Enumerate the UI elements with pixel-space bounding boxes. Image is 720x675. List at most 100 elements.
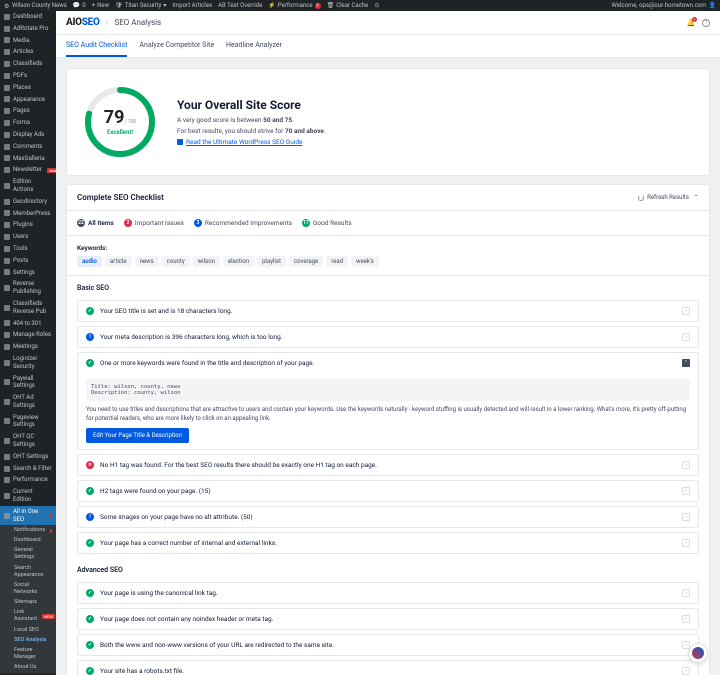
sidebar-item[interactable]: Performance — [0, 474, 56, 486]
sidebar-item[interactable]: Pages — [0, 105, 56, 117]
sidebar-subitem[interactable]: Local SEO — [10, 625, 56, 635]
yoast-icon[interactable]: ⊙ — [374, 2, 379, 9]
sidebar-subitem[interactable]: Feature Manager — [10, 645, 56, 662]
sidebar-item[interactable]: Posts — [0, 255, 56, 267]
filter-tab[interactable]: 2Important Issues — [124, 219, 184, 227]
seo-guide-link[interactable]: Read the Ultimate WordPress SEO Guide — [177, 138, 326, 146]
expand-button[interactable]: › — [682, 307, 690, 315]
tab[interactable]: Analyze Competitor Site — [139, 35, 214, 57]
sidebar-item[interactable]: OHT QC Settings — [0, 431, 56, 451]
filter-label: All Items — [88, 219, 114, 227]
basic-seo-title: Basic SEO — [67, 276, 709, 296]
sidebar-item[interactable]: Comments — [0, 141, 56, 153]
check-text: H2 tags were found on your page. (15) — [100, 487, 676, 495]
check-item: ✓Your page has a correct number of inter… — [77, 532, 699, 554]
expand-button[interactable]: › — [682, 333, 690, 341]
sidebar-item[interactable]: Paywall Settings — [0, 373, 56, 393]
menu-icon — [4, 61, 10, 67]
keyword-tag: playlist — [257, 256, 286, 267]
titan-security[interactable]: 🛡 Titan Security ▾ — [115, 2, 166, 9]
menu-icon — [4, 85, 10, 91]
sidebar-subitem[interactable]: Dashboard — [10, 536, 56, 546]
sidebar-subitem[interactable]: Search Appearance — [10, 563, 56, 580]
refresh-button[interactable]: Refresh Results — [638, 194, 689, 201]
expand-button[interactable]: › — [682, 539, 690, 547]
menu-icon — [4, 269, 10, 275]
sidebar-item[interactable]: Media — [0, 35, 56, 47]
import-articles[interactable]: Import Articles — [172, 2, 212, 9]
sidebar-subitem[interactable]: General Settings — [10, 546, 56, 563]
sidebar-item[interactable]: Newsletternew — [0, 164, 56, 176]
sidebar-item[interactable]: 404 to 301 — [0, 318, 56, 330]
collapse-icon[interactable]: ⌃ — [693, 195, 699, 201]
notifications-bell[interactable]: 🔔1 — [686, 18, 696, 28]
sidebar-subitem-label: Search Appearance — [14, 565, 52, 579]
sidebar-item[interactable]: Manage Roles — [0, 329, 56, 341]
filter-tab[interactable]: 17Good Results — [302, 219, 352, 227]
sidebar-item[interactable]: Plugins — [0, 219, 56, 231]
notif-count: 1 — [692, 17, 697, 22]
help-icon[interactable]: ? — [702, 19, 710, 27]
sidebar-item[interactable]: OHT Ad Settings — [0, 392, 56, 412]
expand-button[interactable]: ⌃ — [682, 359, 690, 367]
sidebar-item[interactable]: Geodirectory — [0, 196, 56, 208]
sidebar-item[interactable]: Classifieds Reverse Pub — [0, 298, 56, 318]
filter-tab[interactable]: 3Recommended Improvements — [194, 219, 292, 227]
sidebar-item[interactable]: Pageview Settings — [0, 412, 56, 432]
sidebar-item[interactable]: PDFs — [0, 70, 56, 82]
check-item: ✓Your SEO title is set and is 18 charact… — [77, 300, 699, 322]
sidebar-item[interactable]: Reverse Publishing — [0, 278, 56, 298]
sidebar-item[interactable]: Appearance — [0, 94, 56, 106]
sidebar-item[interactable]: Dashboard — [0, 11, 56, 23]
performance-top[interactable]: ⚡ Performance ! — [268, 2, 320, 9]
clear-cache[interactable]: 🗑 Clear Cache — [327, 2, 369, 9]
sidebar-item[interactable]: Settings — [0, 267, 56, 279]
expand-button[interactable]: › — [682, 461, 690, 469]
code-box: Title: wilson, county, news Description:… — [86, 379, 690, 401]
expand-button[interactable]: › — [682, 589, 690, 597]
expand-button[interactable]: › — [682, 667, 690, 675]
support-fab[interactable] — [688, 643, 708, 663]
sidebar-item[interactable]: Users — [0, 231, 56, 243]
sidebar-item[interactable]: Classifieds — [0, 58, 56, 70]
sidebar-item[interactable]: Search & Filter — [0, 463, 56, 475]
sidebar-item[interactable]: Loginizer Security — [0, 353, 56, 373]
edit-button[interactable]: Edit Your Page Title & Description — [86, 428, 189, 443]
sidebar-subitem[interactable]: Link AssistantNEW — [10, 608, 56, 625]
filter-tab[interactable]: 22All Items — [77, 219, 114, 227]
sidebar-item[interactable]: MaxGalleria — [0, 153, 56, 165]
sidebar-item[interactable]: Articles — [0, 46, 56, 58]
sidebar-subitem[interactable]: SEO Analysis — [10, 635, 56, 645]
expand-button[interactable]: › — [682, 487, 690, 495]
menu-icon — [4, 466, 10, 472]
ab-test[interactable]: AB Test Override — [218, 2, 262, 9]
sidebar-item[interactable]: Meetings — [0, 341, 56, 353]
sidebar-item-label: Geodirectory — [13, 198, 47, 206]
sidebar-item-label: Loginizer Security — [13, 355, 52, 371]
new-content[interactable]: + New — [92, 2, 109, 9]
sidebar-subitem-label: Link Assistant — [14, 609, 37, 623]
sidebar-item[interactable]: Tools — [0, 243, 56, 255]
sidebar-subitem[interactable]: About Us — [10, 663, 56, 673]
expand-button[interactable]: › — [682, 513, 690, 521]
tab[interactable]: Headline Analyzer — [226, 35, 282, 57]
sidebar-item[interactable]: Forms — [0, 117, 56, 129]
sidebar-item[interactable]: AdRotate Pro — [0, 23, 56, 35]
sidebar-subitem[interactable]: Social Networks — [10, 580, 56, 597]
comments-count[interactable]: 💬 0 — [73, 2, 86, 9]
sidebar-item[interactable]: Edition Actions — [0, 176, 56, 196]
site-name[interactable]: ⚙Wilson County News — [4, 2, 67, 9]
keyword-tag: coverage — [289, 256, 323, 267]
sidebar-item[interactable]: Current Edition — [0, 486, 56, 506]
sidebar-item[interactable]: MemberPress — [0, 208, 56, 220]
sidebar-item[interactable]: Places — [0, 82, 56, 94]
sidebar-subitem[interactable]: Sitemaps — [10, 598, 56, 608]
welcome-user[interactable]: Welcome, ops@our-hometown.com 👤 — [612, 2, 716, 9]
tab[interactable]: SEO Audit Checklist — [66, 35, 127, 57]
sidebar-item[interactable]: OHT Settings — [0, 451, 56, 463]
keyword-tag: news — [135, 256, 159, 267]
sidebar-item[interactable]: All in One SEO — [0, 506, 56, 526]
expand-button[interactable]: › — [682, 615, 690, 623]
sidebar-item[interactable]: Display Ads — [0, 129, 56, 141]
sidebar-subitem[interactable]: Notifications — [10, 525, 56, 535]
